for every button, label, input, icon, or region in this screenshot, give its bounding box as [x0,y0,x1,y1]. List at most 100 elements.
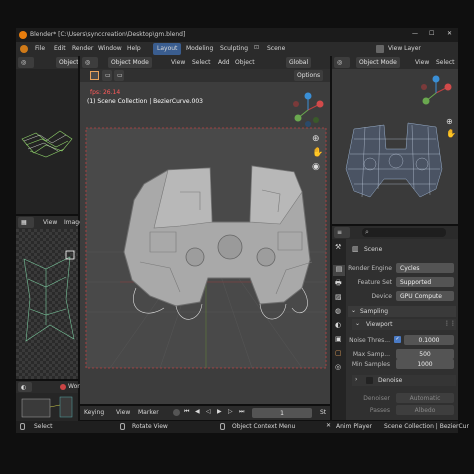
denoise-label: Denoise [378,377,403,384]
timeline-menu-keying[interactable]: Keying [84,409,104,416]
left-mid-header: ▦ View Image [16,216,83,229]
select-mode-a-icon[interactable]: ▭ [102,70,112,81]
scene-context-icon: ▥ [352,245,359,253]
tab-tool-icon[interactable]: ⚒ [335,243,341,251]
select-mode-b-icon[interactable]: ▭ [114,70,124,81]
minimize-icon[interactable]: — [412,30,418,37]
right-menu-view[interactable]: View [415,59,429,66]
timeline-menu-view[interactable]: View [116,409,130,416]
maximize-icon[interactable]: ☐ [429,30,434,37]
object-mode-selector[interactable]: Object Mode [108,57,152,68]
mouse-left-icon [20,423,25,430]
sampling-label: Sampling [360,308,389,315]
min-samples-label: Min Samples [351,361,390,368]
blender-menu-icon[interactable] [20,45,28,53]
transform-orientation-selector[interactable]: Global [286,57,312,68]
options-button[interactable]: Options [294,70,324,81]
denoise-checkbox[interactable] [366,377,373,384]
properties-editor-type-button[interactable]: ≡ [334,227,350,238]
max-samples-label: Max Samp... [352,351,390,358]
noise-threshold-label: Noise Thres... [349,337,390,344]
viewport-menu-view[interactable]: View [171,59,185,66]
play-icon[interactable]: ▶ [217,408,222,415]
select-box-icon[interactable] [90,71,99,80]
scene-selector[interactable]: Scene [267,45,285,52]
image-menu-view[interactable]: View [43,219,57,226]
noise-threshold-field[interactable]: 0.1000 [404,335,454,345]
menu-file[interactable]: File [35,45,45,52]
viewport-menu-object[interactable]: Object [235,59,255,66]
viewport-editor-type-button[interactable]: ◎ [82,57,98,68]
properties-search-field[interactable]: ⌕ [362,228,446,237]
navigation-gizmo[interactable] [290,92,326,128]
view-layer-selector[interactable]: View Layer [388,45,421,52]
menu-edit[interactable]: Edit [54,45,66,52]
prev-key-icon[interactable]: ◀ [195,408,200,415]
tab-layout[interactable]: Layout [153,43,182,55]
viewport-subpanel-header[interactable]: ⌄ Viewport ⋮⋮ [352,319,456,330]
min-samples-field[interactable]: 1000 [396,359,454,369]
max-samples-field[interactable]: 500 [396,349,454,359]
pan-hand-icon[interactable]: ✋ [312,148,323,158]
viewport-toolbar-row: ▭ ▭ Options [80,69,330,82]
menu-render[interactable]: Render [72,45,93,52]
status-anim-player: Anim Player [336,423,372,430]
properties-tabs: ⚒ ▤ 🖶 ▨ ◍ ◐ ▣ ▢ ◎ [332,239,346,420]
tab-sculpting[interactable]: Sculpting [220,45,248,52]
camera-icon[interactable]: ◉ [312,162,320,172]
tab-output-icon[interactable]: 🖶 [335,279,342,290]
viewport-chevron-icon: ⌄ [355,320,361,327]
tab-render-icon[interactable]: ▤ [333,265,345,276]
right-viewport[interactable]: ⊕ ✋ [332,69,458,224]
jump-start-icon[interactable]: ⏮ [184,408,189,416]
tab-scene-icon[interactable]: ◍ [335,307,341,315]
tab-collection-icon[interactable]: ▣ [335,335,342,343]
right-editor-type-button[interactable]: ◎ [334,57,350,68]
scene-context-label: Scene [364,246,383,253]
right-menu-select[interactable]: Select [436,59,455,66]
sampling-panel-header[interactable]: ⌄ Sampling [348,306,456,317]
left-top-header: ◎ Object [16,56,82,69]
cancel-icon[interactable]: ✕ [326,422,331,429]
view-layer-icon [376,45,384,53]
right-navigation-gizmo[interactable] [418,75,454,111]
denoise-subpanel-header[interactable]: › Denoise [352,375,456,386]
world-node-area[interactable] [16,393,78,422]
denoiser-dropdown[interactable]: Automatic [396,393,454,403]
tab-world-icon[interactable]: ◐ [335,321,341,329]
timeline-menu-marker[interactable]: Marker [138,409,159,416]
close-icon[interactable]: ✕ [447,30,452,37]
list-icon[interactable]: ⋮⋮ [444,320,456,327]
feature-set-dropdown[interactable]: Supported [396,277,454,287]
image-editor-type-button[interactable]: ▦ [18,217,34,228]
main-viewport[interactable]: fps: 26.14 (1) Scene Collection | Bezier… [80,82,330,404]
render-engine-dropdown[interactable]: Cycles [396,263,454,273]
record-icon[interactable] [173,409,180,416]
current-frame-field[interactable]: 1 [252,408,312,418]
zoom-icon[interactable]: ⊕ [312,134,320,144]
feature-set-label: Feature Set [357,279,392,286]
menu-help[interactable]: Help [127,45,141,52]
left-mid-image-area[interactable] [16,229,78,379]
play-reverse-icon[interactable]: ◁ [206,408,211,415]
passes-dropdown[interactable]: Albedo [396,405,454,415]
menu-window[interactable]: Window [98,45,122,52]
viewport-menu-add[interactable]: Add [218,59,230,66]
world-editor-type-button[interactable]: ◐ [18,382,32,392]
tab-view-layer-icon[interactable]: ▨ [335,293,342,301]
right-object-mode-selector[interactable]: Object Mode [356,57,400,68]
scene-icon: ⊡ [254,44,260,51]
device-dropdown[interactable]: GPU Compute [396,291,454,301]
noise-threshold-checkbox[interactable]: ✓ [394,336,401,343]
viewport-menu-select[interactable]: Select [192,59,211,66]
jump-end-icon[interactable]: ⏭ [239,408,244,416]
properties-content: ▥ Scene Render Engine Cycles Feature Set… [346,239,458,420]
left-top-viewport[interactable] [16,69,78,214]
next-key-icon[interactable]: ▷ [228,408,233,415]
tab-physics-icon[interactable]: ◎ [335,363,341,371]
tab-object-icon[interactable]: ▢ [335,349,342,357]
status-rotate-view: Rotate View [132,423,168,430]
editor-type-button[interactable]: ◎ [18,57,34,68]
world-nodes [21,396,73,418]
tab-modeling[interactable]: Modeling [186,45,213,52]
